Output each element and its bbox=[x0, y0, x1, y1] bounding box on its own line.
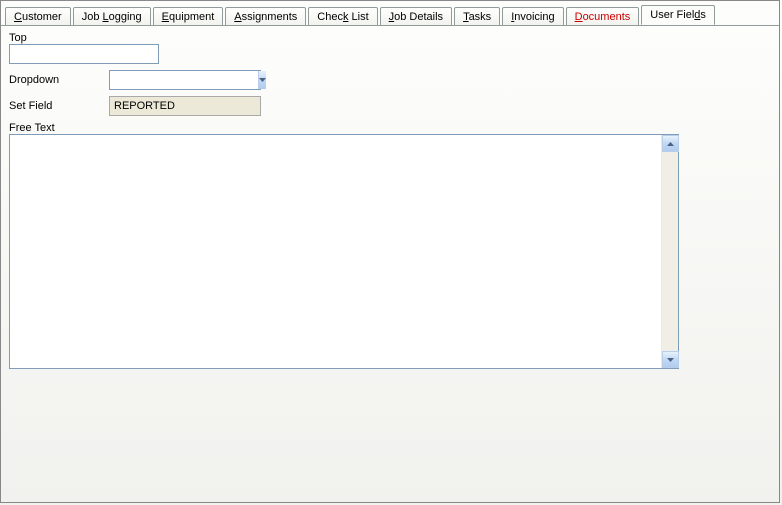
chevron-down-icon bbox=[259, 78, 266, 82]
freetext-label: Free Text bbox=[9, 122, 771, 134]
tabstrip: Customer Job Logging Equipment Assignmen… bbox=[1, 1, 779, 25]
dropdown-button[interactable] bbox=[258, 71, 266, 89]
dropdown-field[interactable] bbox=[109, 70, 261, 90]
tab-customer[interactable]: Customer bbox=[5, 7, 71, 26]
tab-invoicing[interactable]: Invoicing bbox=[502, 7, 563, 26]
setfield-value: REPORTED bbox=[109, 96, 261, 116]
dropdown-value[interactable] bbox=[110, 71, 258, 89]
tab-check-list[interactable]: Check List bbox=[308, 7, 377, 26]
chevron-down-icon bbox=[667, 358, 674, 362]
tab-job-logging[interactable]: Job Logging bbox=[73, 7, 151, 26]
dropdown-label: Dropdown bbox=[9, 74, 109, 86]
panel-user-fields: Top Dropdown Set Field REPORTED Free Tex… bbox=[1, 25, 779, 502]
tab-equipment[interactable]: Equipment bbox=[153, 7, 224, 26]
freetext-box bbox=[9, 134, 679, 369]
window: Customer Job Logging Equipment Assignmen… bbox=[0, 0, 780, 503]
tab-documents[interactable]: Documents bbox=[566, 7, 640, 26]
top-label: Top bbox=[9, 32, 771, 44]
tab-user-fields[interactable]: User Fields bbox=[641, 5, 715, 25]
freetext-input[interactable] bbox=[12, 137, 659, 366]
chevron-up-icon bbox=[667, 142, 674, 146]
tab-job-details[interactable]: Job Details bbox=[380, 7, 452, 26]
tab-assignments[interactable]: Assignments bbox=[225, 7, 306, 26]
setfield-label: Set Field bbox=[9, 100, 109, 112]
scroll-down-button[interactable] bbox=[662, 351, 679, 368]
scrollbar[interactable] bbox=[661, 135, 678, 368]
top-input[interactable] bbox=[9, 44, 159, 64]
tab-tasks[interactable]: Tasks bbox=[454, 7, 500, 26]
scroll-up-button[interactable] bbox=[662, 135, 679, 152]
